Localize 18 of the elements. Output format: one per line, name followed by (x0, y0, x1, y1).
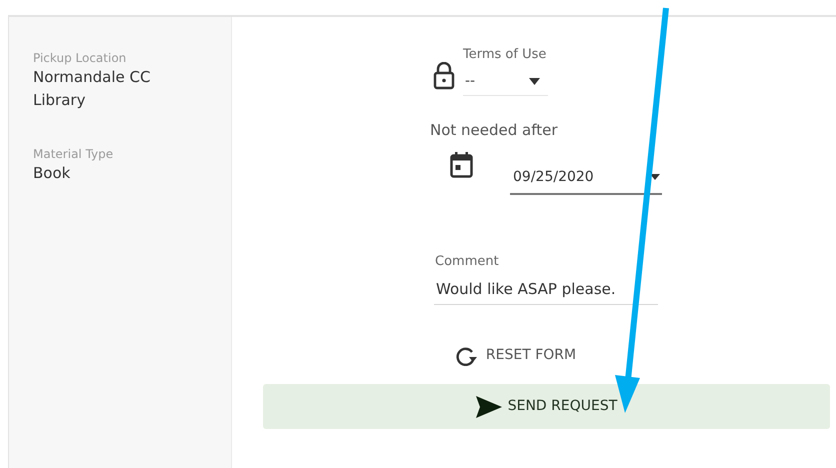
field-label: Not needed after (430, 120, 559, 140)
padlock-icon (433, 62, 455, 90)
field-value: Book (33, 163, 72, 184)
field-label: Pickup Location (33, 50, 128, 66)
send-request-button[interactable]: SEND REQUEST (263, 384, 830, 429)
calendar-icon (450, 152, 473, 178)
field-label: Material Type (33, 146, 114, 162)
refresh-icon (456, 346, 478, 366)
caret-icon (529, 78, 540, 85)
caret-icon (650, 174, 660, 180)
field-label: Comment (435, 253, 500, 271)
send-icon (476, 396, 502, 418)
date-field[interactable]: 09/25/2020 (510, 161, 662, 195)
field-value: Normandale CC Library (33, 67, 152, 111)
comment-field[interactable]: Would like ASAP please. (434, 275, 658, 305)
field-label: Terms of Use (463, 46, 548, 64)
reset-form-button[interactable]: RESET FORM (456, 345, 616, 366)
terms-of-use-dropdown[interactable]: -- (463, 68, 548, 96)
